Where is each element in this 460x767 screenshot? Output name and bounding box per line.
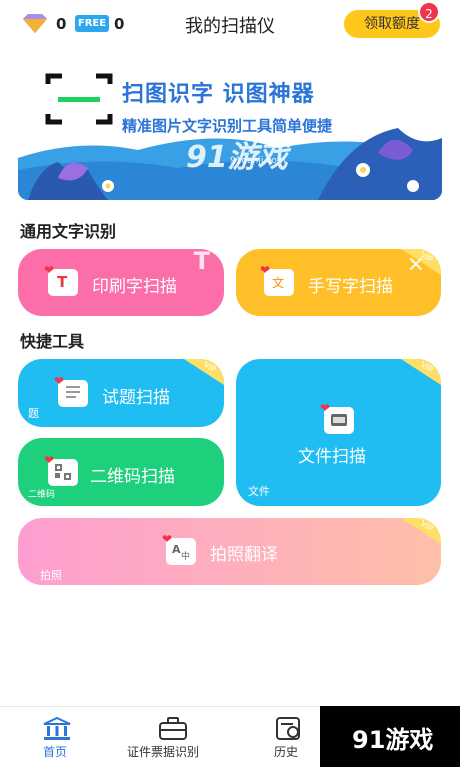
- tools-section-title: 快捷工具: [20, 332, 85, 351]
- home-bank-icon: [43, 717, 71, 740]
- gem-icon[interactable]: [20, 14, 50, 34]
- nav-item-home[interactable]: 首页: [0, 707, 120, 767]
- nav-item-certificate[interactable]: 证件票据识别: [120, 707, 226, 767]
- gem-count: 0: [56, 15, 67, 33]
- exam-scan-card[interactable]: ❤ 试题扫描 题 VIP: [18, 359, 224, 427]
- promo-banner[interactable]: 扫图识字 识图神器 精准图片文字识别工具简单便捷 91游戏 91danji.co…: [18, 58, 442, 200]
- folder-icon: ❤: [320, 402, 354, 434]
- corner-t-mark: T: [193, 249, 210, 275]
- exam-scan-label: 试题扫描: [102, 388, 170, 408]
- qr-mini-label: 二维码: [28, 490, 56, 500]
- carousel-dots[interactable]: [214, 191, 241, 200]
- top-header: 0 FREE 0 我的扫描仪 领取额度 2: [0, 0, 460, 50]
- file-mini-label: 文件: [248, 485, 270, 498]
- quota-count-badge: 2: [418, 1, 440, 23]
- nav-item-history[interactable]: 历史: [258, 707, 318, 767]
- file-scan-card[interactable]: ❤ 文件扫描 文件 VIP: [236, 359, 441, 506]
- nav-certificate-label: 证件票据识别: [127, 745, 200, 759]
- vip-ribbon-icon: VIP: [401, 518, 441, 544]
- banner-headline: 扫图识字 识图神器: [122, 82, 315, 107]
- free-count: 0: [114, 15, 125, 33]
- nav-home-label: 首页: [43, 745, 68, 759]
- qr-icon: ❤: [44, 454, 78, 486]
- qr-scan-card[interactable]: ❤ 二维码扫描 二维码: [18, 438, 224, 506]
- site-watermark-text: 91游戏: [352, 726, 434, 754]
- translate-icon: ❤ A 中: [162, 533, 196, 565]
- corner-x-mark: ✕: [406, 253, 425, 278]
- handwriting-scan-card[interactable]: ❤ 文 手写字扫描 VIP ✕: [236, 249, 441, 316]
- print-scan-label: 印刷字扫描: [92, 277, 177, 297]
- scan-frame-icon: [45, 73, 113, 125]
- vip-ribbon-icon: VIP: [184, 359, 224, 385]
- exam-mini-label: 题: [28, 407, 39, 420]
- banner-watermark-url: 91danji.com: [230, 156, 286, 166]
- vip-ribbon-icon: VIP: [401, 359, 441, 385]
- photo-translate-label: 拍照翻译: [210, 545, 278, 565]
- free-badge: FREE: [75, 15, 109, 32]
- exam-icon: ❤: [54, 375, 88, 407]
- qr-scan-label: 二维码扫描: [90, 467, 175, 487]
- file-scan-label: 文件扫描: [298, 447, 366, 467]
- text-t-icon: ❤ T: [44, 264, 78, 296]
- nav-history-label: 历史: [274, 745, 299, 759]
- print-scan-card[interactable]: ❤ T 印刷字扫描 T: [18, 249, 224, 316]
- history-icon: [276, 717, 300, 740]
- handwrite-icon: ❤ 文: [260, 264, 294, 296]
- ocr-section-title: 通用文字识别: [20, 222, 117, 241]
- photo-mini-label: 拍照: [40, 569, 62, 582]
- briefcase-icon: [159, 717, 187, 740]
- banner-watermark: 91游戏: [186, 140, 288, 175]
- photo-translate-card[interactable]: ❤ A 中 拍照翻译 拍照 VIP: [18, 518, 441, 585]
- handwriting-scan-label: 手写字扫描: [308, 277, 393, 297]
- site-watermark: 91游戏: [320, 706, 460, 767]
